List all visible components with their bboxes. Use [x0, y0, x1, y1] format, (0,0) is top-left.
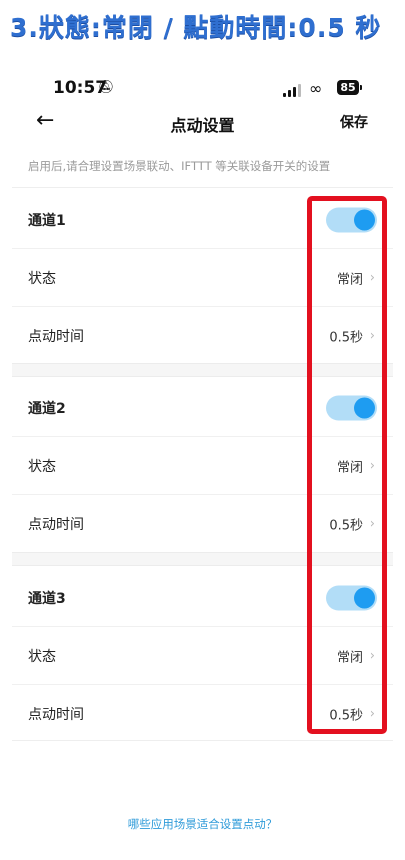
divider: [12, 187, 393, 188]
annotation-banner: 3.狀態:常閉 / 點動時間:0.5 秒: [10, 13, 382, 42]
status-bar: 10:57 🔕︎ ∞ 85: [0, 78, 405, 102]
time-label: 点动时间: [28, 328, 84, 345]
highlight-frame: [307, 196, 387, 734]
channel-name: 通道1: [28, 212, 66, 229]
channel-name: 通道3: [28, 590, 66, 607]
time-label: 点动时间: [28, 516, 84, 533]
divider: [12, 740, 393, 741]
bell-mute-icon: 🔕︎: [98, 80, 115, 95]
save-button[interactable]: 保存: [340, 112, 368, 132]
time-label: 点动时间: [28, 706, 84, 723]
link-icon: ∞: [309, 79, 323, 98]
status-label: 状态: [28, 458, 56, 475]
signal-icon: [283, 83, 301, 97]
nav-bar: ← 点动设置 保存: [0, 104, 405, 140]
settings-hint: 启用后,请合理设置场景联动、IFTTT 等关联设备开关的设置: [28, 159, 331, 173]
channel-name: 通道2: [28, 400, 66, 417]
help-link[interactable]: 哪些应用场景适合设置点动？: [0, 816, 405, 832]
status-label: 状态: [28, 648, 56, 665]
battery-icon: 85: [337, 80, 362, 95]
status-label: 状态: [28, 270, 56, 287]
